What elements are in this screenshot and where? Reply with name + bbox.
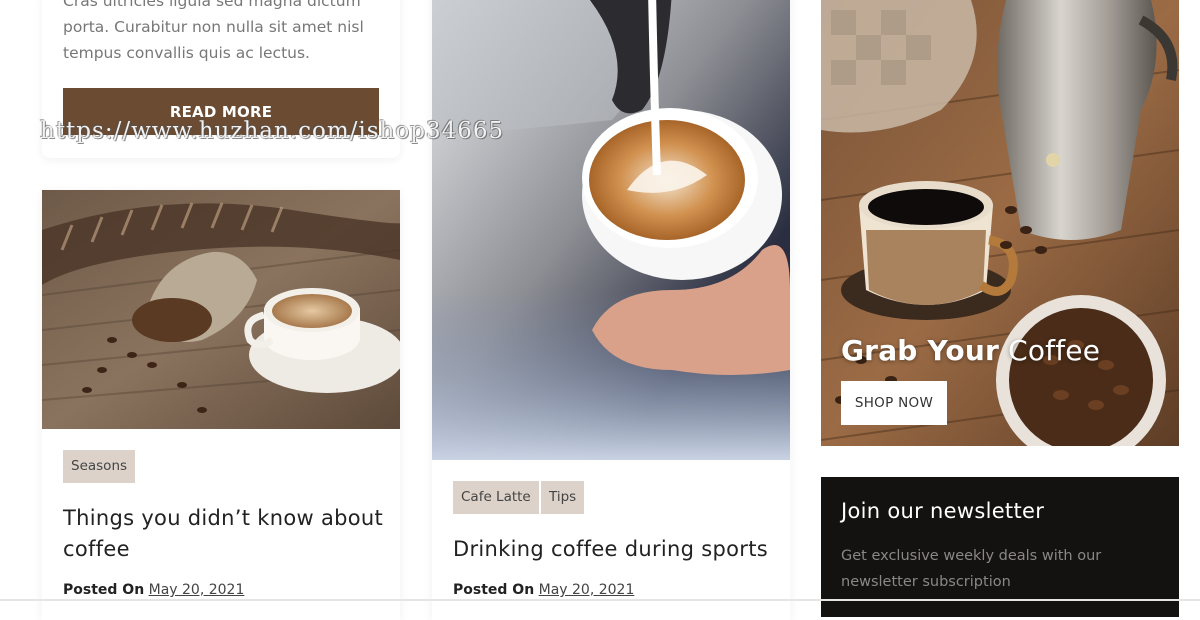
post-meta: Posted On May 20, 2021 — [453, 582, 634, 598]
promo-title: Grab Your Coffee — [841, 334, 1100, 367]
post-card: Cafe Latte Tips Drinking coffee during s… — [432, 0, 790, 620]
promo-banner: Grab Your Coffee SHOP NOW — [821, 0, 1179, 446]
post-date-link[interactable]: May 20, 2021 — [539, 582, 635, 598]
posted-on-label: Posted On — [63, 582, 145, 598]
shop-now-button[interactable]: SHOP NOW — [841, 381, 947, 425]
newsletter-description: Get exclusive weekly deals with our news… — [841, 548, 1102, 590]
post-tag[interactable]: Cafe Latte — [453, 481, 539, 514]
scroll-edge-divider — [0, 599, 1200, 601]
post-tag[interactable]: Tips — [541, 481, 585, 514]
read-more-button[interactable]: READ MORE — [63, 88, 379, 135]
posted-on-label: Posted On — [453, 582, 535, 598]
post-card-excerpt: Cras ultricies ligula sed magna dictum p… — [42, 0, 400, 158]
post-title[interactable]: Things you didn’t know about coffee — [63, 503, 393, 565]
post-date-link[interactable]: May 20, 2021 — [149, 582, 245, 598]
post-tag[interactable]: Seasons — [63, 450, 136, 483]
promo-title-light: Coffee — [1008, 334, 1101, 367]
post-excerpt: Cras ultricies ligula sed magna dictum p… — [63, 0, 364, 62]
post-title[interactable]: Drinking coffee during sports — [453, 534, 783, 565]
newsletter-title: Join our newsletter — [841, 499, 1045, 523]
newsletter-widget: Join our newsletter Get exclusive weekly… — [821, 477, 1179, 617]
post-meta: Posted On May 20, 2021 — [63, 582, 244, 598]
post-image[interactable] — [432, 0, 790, 460]
post-image[interactable] — [42, 190, 400, 429]
promo-title-bold: Grab Your — [841, 334, 999, 367]
post-card: Seasons Things you didn’t know about cof… — [42, 190, 400, 620]
promo-image — [821, 0, 1179, 446]
